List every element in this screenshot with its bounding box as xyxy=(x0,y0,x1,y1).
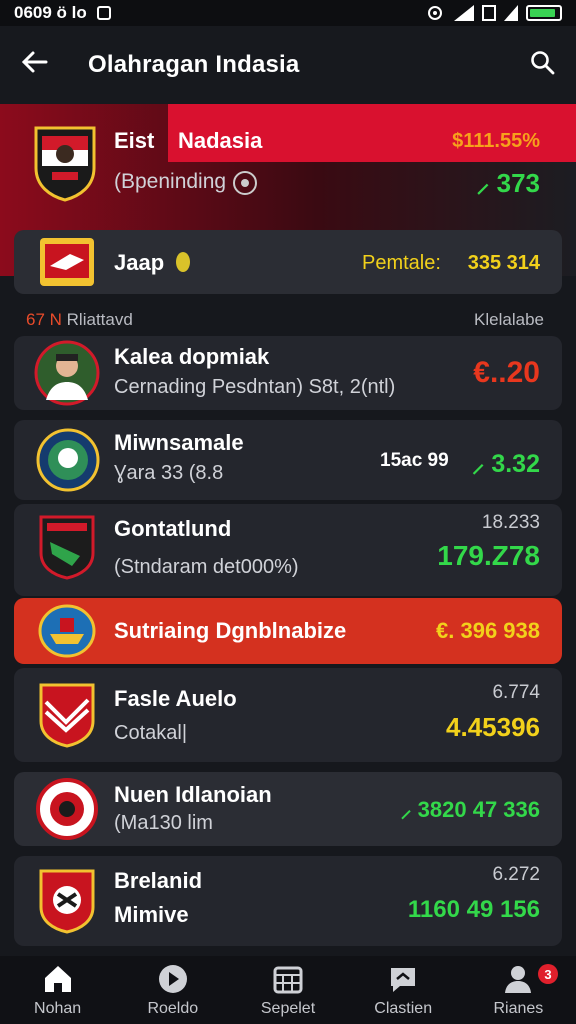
home-icon xyxy=(44,966,71,992)
team-crest-icon xyxy=(39,683,95,748)
section-header-right: Klelalabe xyxy=(474,310,544,329)
row-value-small: 6.774 xyxy=(492,682,540,703)
featured-value: 335 314 xyxy=(467,252,540,274)
list-item[interactable]: Brelanid Mimive 6.272 1160 49 156 xyxy=(14,856,562,946)
back-arrow-icon[interactable] xyxy=(20,48,50,82)
app-bar: Olahragan Indasia xyxy=(0,26,576,104)
row-value-small: 15ac 99 xyxy=(380,450,449,471)
row-name: Brelanid xyxy=(114,868,203,893)
team-crest-icon xyxy=(34,126,96,202)
row-value: 1160 49 156 xyxy=(407,896,540,923)
featured-name: Jaap xyxy=(114,250,165,275)
row-name: Fasle Auelo xyxy=(114,686,237,711)
list-item[interactable]: Nuen Idlanoian (Ma130 lim ⸝ 3820 47 336 xyxy=(14,772,562,846)
medal-icon xyxy=(176,252,190,272)
team-crest-icon xyxy=(40,238,94,286)
cast-icon xyxy=(428,6,442,20)
ball-icon xyxy=(233,171,257,195)
row-sub: (Stndaram det000%) xyxy=(114,556,299,578)
tab-home[interactable]: Nohan xyxy=(0,956,115,1024)
hero-label-left: Eist xyxy=(114,128,155,153)
row-value: €..20 xyxy=(473,356,540,389)
row-value-small: 6.272 xyxy=(492,864,540,885)
notification-badge: 3 xyxy=(538,964,558,984)
list-item-highlighted[interactable]: Sutriaing Dgnblnabize €. 396 938 xyxy=(14,598,562,664)
list-item[interactable]: Kalea dopmiak Cernading Pesdntan) S8t, 2… xyxy=(14,336,562,410)
search-icon[interactable] xyxy=(530,50,556,76)
team-crest-icon xyxy=(36,778,98,840)
content-list: Eist Nadasia $111.55% (Bpeninding ⸝ 373 … xyxy=(0,104,576,956)
row-name: Sutriaing Dgnblnabize xyxy=(114,618,347,643)
user-icon xyxy=(505,966,532,993)
signal-icon xyxy=(454,5,474,21)
tab-label: Clastien xyxy=(374,1000,433,1017)
tab-profile[interactable]: Rianes xyxy=(461,956,576,1024)
list-item[interactable]: Miwnsamale Ɣara 33 (8.8 15ac 99 ⸝ 3.32 xyxy=(14,420,562,500)
status-bar: 0609 ö lo xyxy=(0,0,576,26)
row-value: ⸝ 3.32 xyxy=(471,450,540,478)
tab-video[interactable]: Roeldo xyxy=(115,956,230,1024)
row-name: Miwnsamale xyxy=(114,430,244,455)
hero-label-right: Nadasia xyxy=(178,128,263,153)
tab-label: Rianes xyxy=(493,1000,544,1017)
row-value: €. 396 938 xyxy=(436,618,540,643)
chat-bubble-icon xyxy=(391,968,416,992)
team-crest-icon xyxy=(39,515,95,580)
row-value-small: 18.233 xyxy=(481,512,540,533)
list-item[interactable]: Gontatlund (Stndaram det000%) 18.233 179… xyxy=(14,504,562,596)
row-value: ⸝ 3820 47 336 xyxy=(400,797,540,822)
bottom-tab-bar: Nohan Roeldo Sepelet Clastien Rianes xyxy=(0,956,576,1024)
avatar xyxy=(34,340,100,406)
hero-value-top: $111.55% xyxy=(452,130,540,152)
row-sub: (Ma130 lim xyxy=(114,812,213,834)
team-crest-icon xyxy=(36,428,100,492)
row-name: Gontatlund xyxy=(114,516,232,541)
data-icon xyxy=(482,5,496,21)
calendar-grid-icon xyxy=(273,966,303,994)
team-crest-icon xyxy=(39,869,95,934)
row-value: 4.45396 xyxy=(446,712,540,742)
hero-subtitle: (Bpeninding xyxy=(114,170,227,193)
notification-icon xyxy=(96,6,111,20)
featured-label: Pemtale: xyxy=(362,252,441,274)
list-item[interactable]: Fasle Auelo Cotakal| 6.774 4.45396 xyxy=(14,668,562,762)
row-sub: Cernading Pesdntan) S8t, 2(ntl) xyxy=(114,376,396,398)
row-name: Kalea dopmiak xyxy=(114,344,270,369)
tab-label: Roeldo xyxy=(147,1000,199,1017)
play-circle-icon xyxy=(158,965,187,993)
hero-value-bottom-text: 373 xyxy=(496,168,540,198)
row-sub: Ɣara 33 (8.8 xyxy=(114,462,224,484)
wifi-icon xyxy=(504,5,518,21)
row-sub: Cotakal| xyxy=(114,722,188,744)
row-sub: Mimive xyxy=(114,902,189,927)
tab-schedule[interactable]: Sepelet xyxy=(230,956,345,1024)
section-header-left: 67 N Rliattavd xyxy=(26,310,133,329)
page-title: Olahragan Indasia xyxy=(88,51,300,78)
battery-icon xyxy=(526,5,562,21)
tab-label: Sepelet xyxy=(260,1000,316,1017)
team-crest-icon xyxy=(38,604,96,658)
row-name: Nuen Idlanoian xyxy=(114,782,272,807)
featured-row[interactable]: Jaap Pemtale: 335 314 xyxy=(14,230,562,294)
tab-label: Nohan xyxy=(34,1000,82,1017)
tab-chat[interactable]: Clastien xyxy=(346,956,461,1024)
status-time: 0609 ö lo xyxy=(14,3,87,22)
row-value: 179.Z78 xyxy=(437,540,540,571)
hero-value-bottom: ⸝ 373 xyxy=(476,168,540,198)
